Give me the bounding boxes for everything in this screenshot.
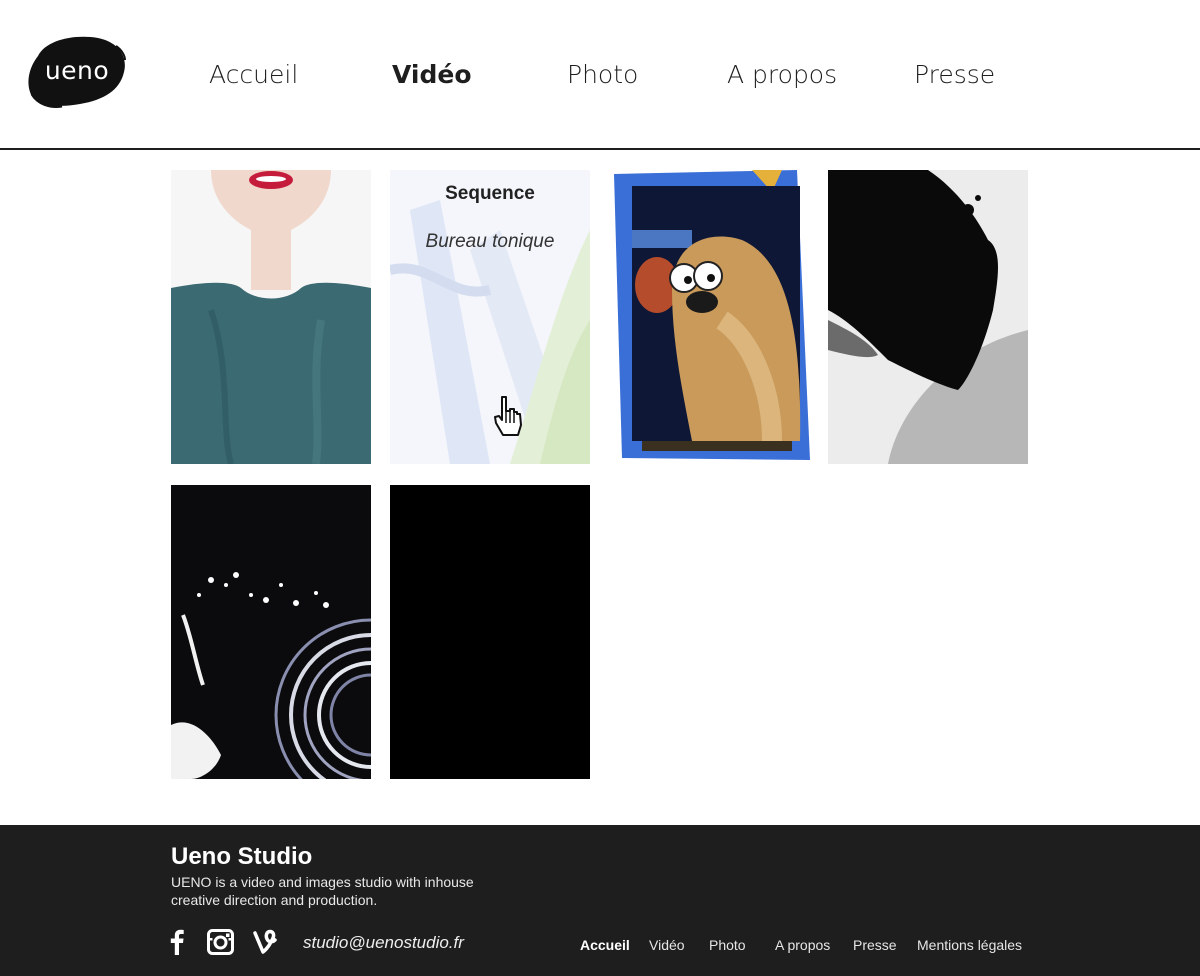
footer-link-accueil[interactable]: Accueil <box>580 937 630 953</box>
portrait-image <box>171 170 371 464</box>
video-subtitle: Bureau tonique <box>425 231 555 252</box>
video-thumbnail[interactable] <box>390 485 590 779</box>
footer-link-video[interactable]: Vidéo <box>649 937 685 953</box>
footer-title: Ueno Studio <box>171 843 313 870</box>
video-thumbnail[interactable] <box>171 485 371 779</box>
ueno-logo[interactable]: ueno <box>28 34 126 110</box>
video-thumbnail[interactable] <box>828 170 1028 464</box>
nav-accueil[interactable]: Accueil <box>209 60 298 89</box>
footer-link-presse[interactable]: Presse <box>853 937 897 953</box>
site-footer: Ueno Studio UENO is a video and images s… <box>0 825 1200 976</box>
nav-presse[interactable]: Presse <box>914 60 995 89</box>
logo-text: ueno <box>44 56 110 85</box>
vine-icon[interactable] <box>253 929 277 955</box>
ink-splash-image <box>828 170 1028 464</box>
video-thumbnail-hovered[interactable]: Sequence Bureau tonique <box>390 170 590 464</box>
footer-email-link[interactable]: studio@uenostudio.fr <box>303 933 464 953</box>
footer-description: UENO is a video and images studio with i… <box>171 874 474 908</box>
video-thumbnail[interactable] <box>612 170 812 464</box>
nav-a-propos[interactable]: A propos <box>727 60 837 89</box>
instagram-icon[interactable] <box>207 929 234 955</box>
facebook-icon[interactable] <box>170 929 184 955</box>
video-title: Sequence <box>445 183 535 204</box>
hover-overlay-image <box>390 170 590 464</box>
paint-splash-image <box>171 485 371 779</box>
footer-link-a-propos[interactable]: A propos <box>775 937 830 953</box>
site-header: ueno Accueil Vidéo Photo A propos Presse <box>0 0 1200 150</box>
nav-photo[interactable]: Photo <box>567 60 638 89</box>
creature-collage-image <box>612 170 812 464</box>
nav-video[interactable]: Vidéo <box>392 60 472 89</box>
hand-cursor-icon <box>494 396 522 436</box>
footer-link-photo[interactable]: Photo <box>709 937 746 953</box>
footer-link-mentions-legales[interactable]: Mentions légales <box>917 937 1022 953</box>
video-thumbnail[interactable] <box>171 170 371 464</box>
